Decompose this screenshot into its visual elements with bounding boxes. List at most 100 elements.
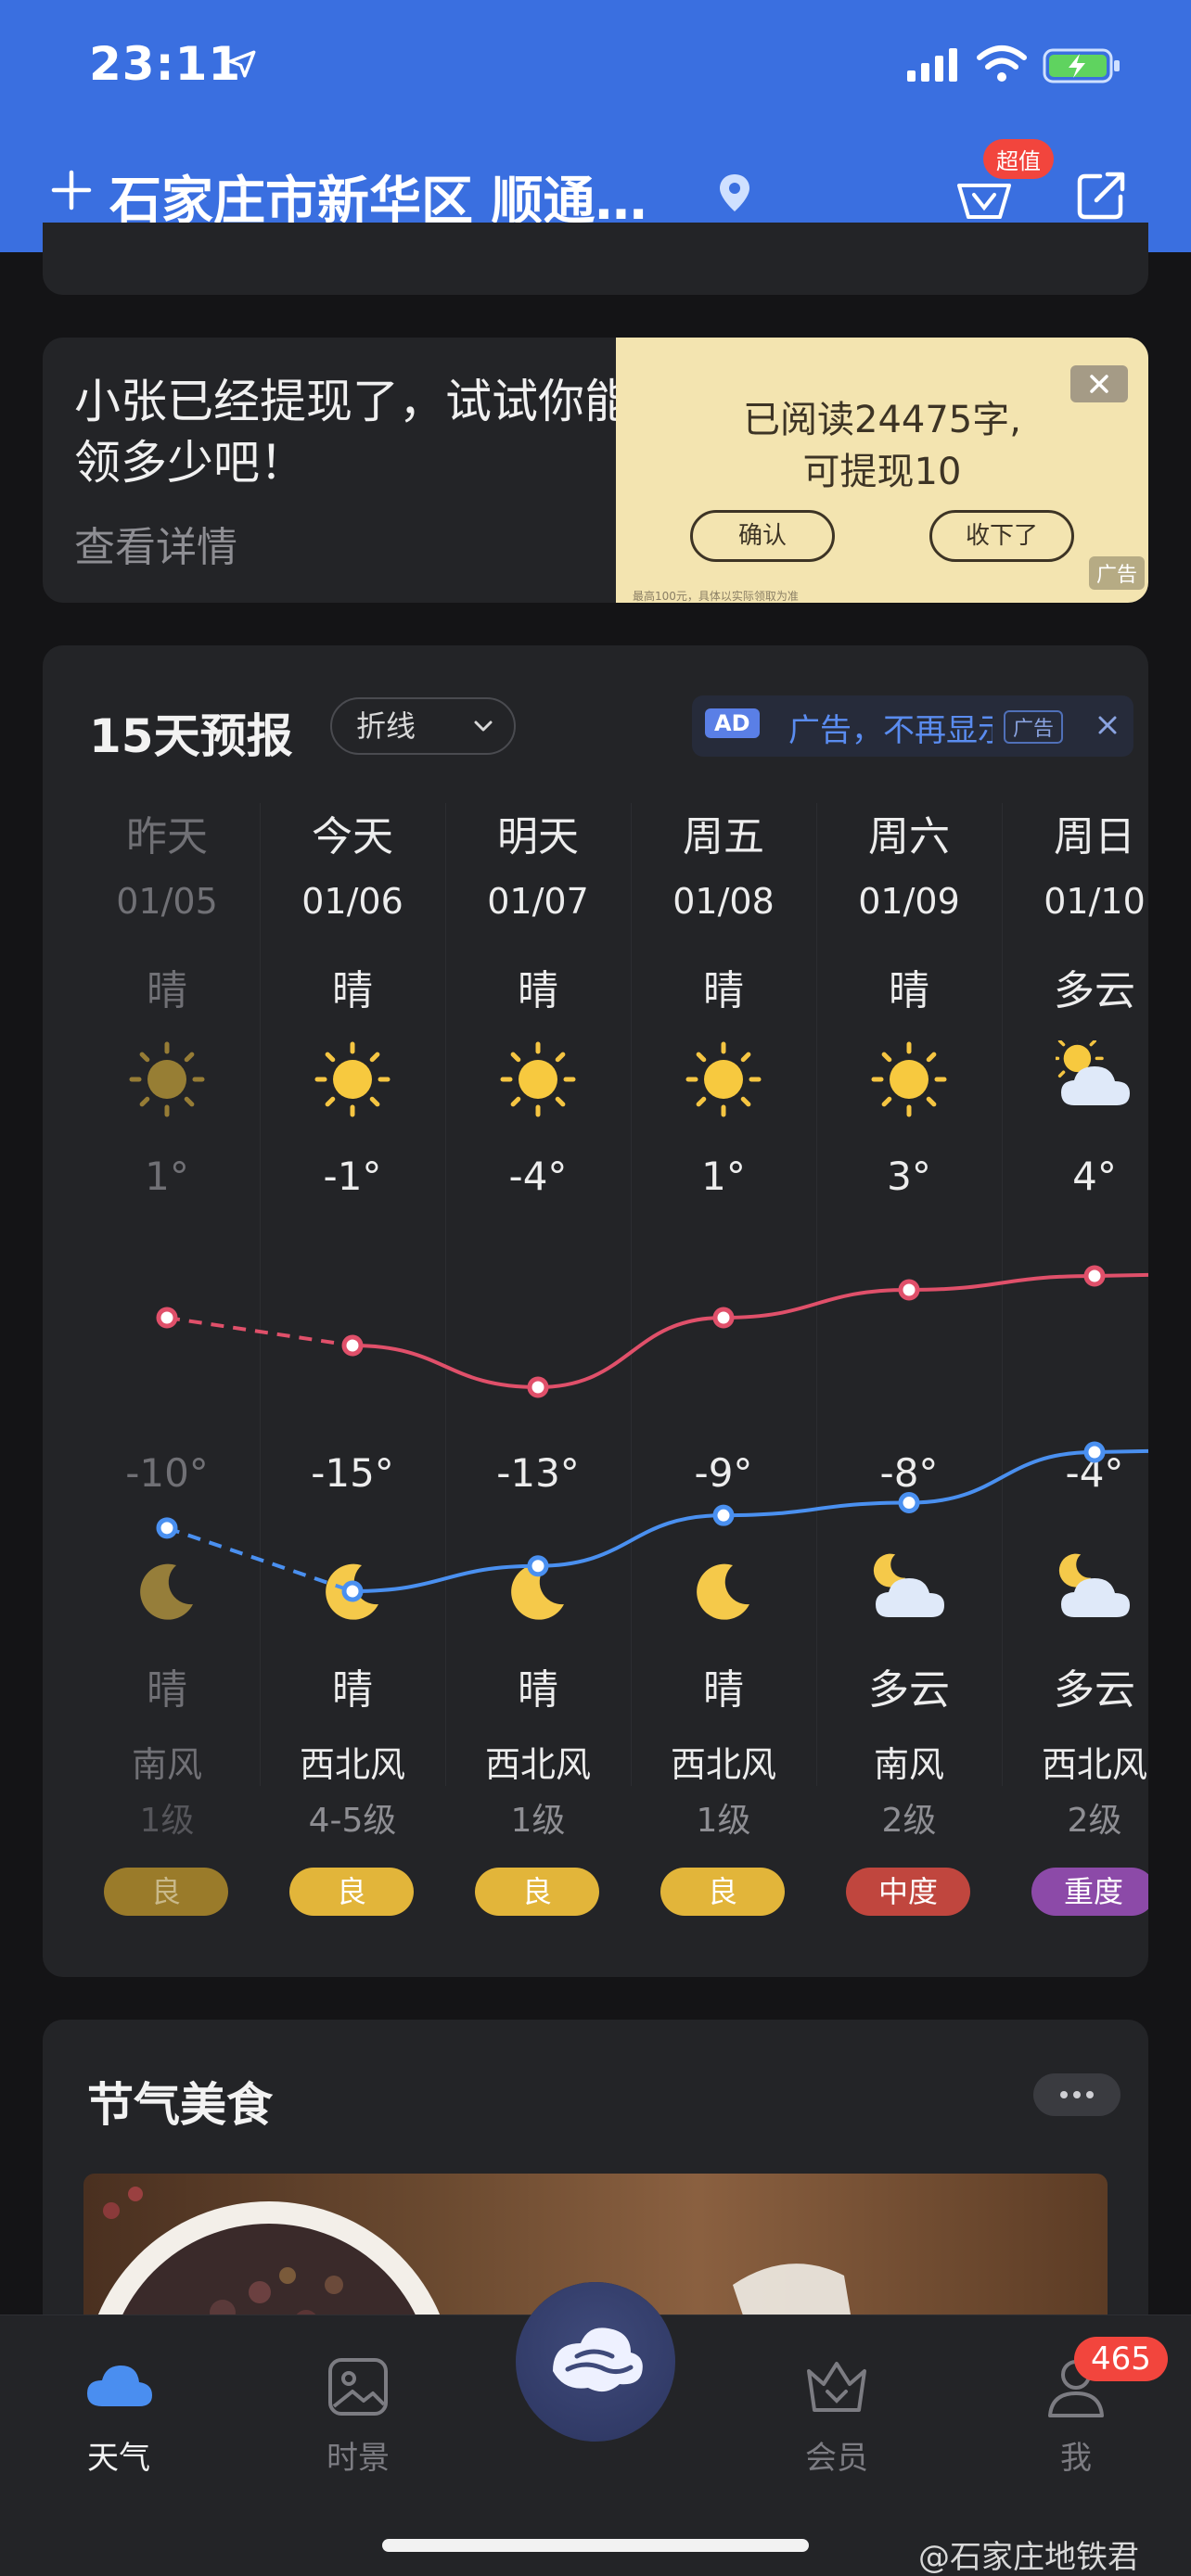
cloud-moon-icon	[1058, 1553, 1130, 1617]
add-city-icon[interactable]	[48, 167, 95, 213]
night-condition: 晴	[518, 1666, 558, 1714]
wind-level: 4-5级	[308, 1802, 397, 1840]
high-temp-point	[527, 1376, 549, 1398]
ad-badge: AD	[705, 708, 760, 738]
ad-fine-print: 最高100元，具体以实际领取为准	[633, 590, 799, 603]
battery-icon	[1043, 48, 1120, 83]
high-temp: 3°	[887, 1154, 931, 1199]
ad-title: 小张已经提现了，试试你能领多少吧！	[74, 375, 631, 490]
night-condition: 晴	[332, 1666, 373, 1714]
ad-image[interactable]: 已阅读24475字, 可提现10 确认 收下了 广告 最高100元，具体以实际领…	[616, 338, 1148, 603]
tab-scenery-label: 时景	[327, 2440, 390, 2477]
status-time: 23:11	[89, 37, 242, 91]
photo-icon	[328, 2358, 388, 2416]
more-button[interactable]	[1033, 2073, 1121, 2116]
ad-detail-link[interactable]: 查看详情	[74, 514, 237, 573]
high-temp-point	[1083, 1265, 1106, 1287]
chevron-down-icon	[474, 721, 493, 732]
ad-label: 广告	[1089, 556, 1146, 590]
column-divider	[260, 803, 261, 1786]
day-name: 周五	[683, 813, 764, 861]
wind-level: 2级	[881, 1802, 937, 1840]
low-temp: -4°	[1065, 1450, 1124, 1496]
tab-weather-label: 天气	[87, 2440, 150, 2477]
cloud-icon	[87, 2366, 152, 2406]
ad-card[interactable]: 小张已经提现了，试试你能领多少吧！ 查看详情 已阅读24475字, 可提现10 …	[43, 338, 1148, 603]
wind-direction: 南风	[873, 1744, 944, 1785]
high-temp-point	[156, 1307, 178, 1329]
forecast-card: 15天预报 折线 AD 广告，不再显示 广告 昨天 01/05 晴 1° -10° 晴南风…	[43, 645, 1148, 1977]
ad-close-button[interactable]	[1070, 365, 1128, 402]
wind-direction: 西北风	[670, 1744, 776, 1785]
day-date: 01/10	[1044, 881, 1146, 922]
ad-confirm-button[interactable]: 确认	[690, 510, 835, 562]
location-arrow-icon	[228, 50, 256, 78]
day-date: 01/06	[301, 881, 403, 922]
more-dots-icon	[1060, 2091, 1094, 2098]
wind-level: 2级	[1067, 1802, 1122, 1840]
aqi-badge: 良	[289, 1868, 414, 1916]
notification-badge: 465	[1074, 2337, 1168, 2381]
wind-level: 1级	[139, 1802, 195, 1840]
high-temp: -4°	[508, 1154, 568, 1199]
low-temp-point	[712, 1504, 735, 1526]
ad-dismiss-button[interactable]: 收下了	[929, 510, 1074, 562]
vip-badge: 超值	[983, 139, 1054, 179]
day-condition: 晴	[889, 967, 929, 1014]
share-icon[interactable]	[1074, 167, 1130, 223]
status-bar: 23:11	[0, 0, 1191, 139]
day-name: 周六	[868, 813, 950, 861]
day-condition: 晴	[332, 967, 373, 1014]
chart-mode-dropdown[interactable]: 折线	[330, 697, 516, 755]
high-temp: -1°	[323, 1154, 382, 1199]
day-condition: 晴	[147, 967, 187, 1014]
day-name: 明天	[497, 813, 579, 861]
night-condition: 多云	[868, 1666, 950, 1714]
day-date: 01/07	[487, 881, 589, 922]
low-temp: -13°	[496, 1450, 580, 1496]
aqi-badge: 中度	[846, 1868, 970, 1916]
forecast-title: 15天预报	[89, 709, 293, 763]
high-temp: 1°	[145, 1154, 189, 1199]
day-date: 01/09	[858, 881, 960, 922]
high-temp-point	[898, 1279, 920, 1301]
column-divider	[445, 803, 446, 1786]
wind-direction: 西北风	[1041, 1744, 1147, 1785]
cloud-sun-icon	[1056, 1040, 1130, 1105]
day-condition: 晴	[518, 967, 558, 1014]
low-temp: -15°	[311, 1450, 394, 1496]
sun-icon	[314, 1041, 391, 1117]
watermark: @石家庄地铁君	[918, 2539, 1139, 2576]
wind-direction: 西北风	[299, 1744, 405, 1785]
aqi-badge: 良	[104, 1868, 228, 1916]
day-condition: 晴	[703, 967, 744, 1014]
ad-image-line2: 可提现10	[802, 451, 962, 493]
high-temp-point	[712, 1307, 735, 1329]
day-name: 周日	[1054, 813, 1135, 861]
day-date: 01/05	[116, 881, 218, 922]
chart-mode-label: 折线	[356, 708, 416, 744]
sun-icon	[129, 1041, 205, 1117]
app-header: 23:11 石家庄市新华区 顺通…	[0, 0, 1191, 252]
moon-icon	[697, 1563, 749, 1620]
low-temp: -9°	[694, 1450, 753, 1496]
tab-membership-label: 会员	[805, 2440, 868, 2477]
aqi-badge: 良	[475, 1868, 599, 1916]
ad-image-line1: 已阅读24475字,	[743, 399, 1021, 441]
wind-direction: 西北风	[484, 1744, 591, 1785]
home-indicator[interactable]	[382, 2539, 809, 2552]
day-condition: 多云	[1054, 967, 1135, 1014]
ad-label: 广告	[1004, 710, 1064, 744]
app-logo-icon	[553, 2327, 643, 2392]
center-app-button[interactable]	[516, 2282, 675, 2442]
high-temp-line	[352, 1272, 1148, 1390]
cellular-signal-icon	[907, 48, 957, 82]
close-icon	[1090, 375, 1108, 393]
high-temp: 4°	[1072, 1154, 1117, 1199]
forecast-ad-banner[interactable]: AD 广告，不再显示 广告	[692, 695, 1133, 757]
day-name: 昨天	[126, 813, 208, 861]
high-temp-point	[341, 1334, 364, 1357]
tab-me-label: 我	[1060, 2440, 1092, 2477]
close-icon[interactable]	[1095, 712, 1121, 738]
moon-icon	[511, 1563, 564, 1620]
